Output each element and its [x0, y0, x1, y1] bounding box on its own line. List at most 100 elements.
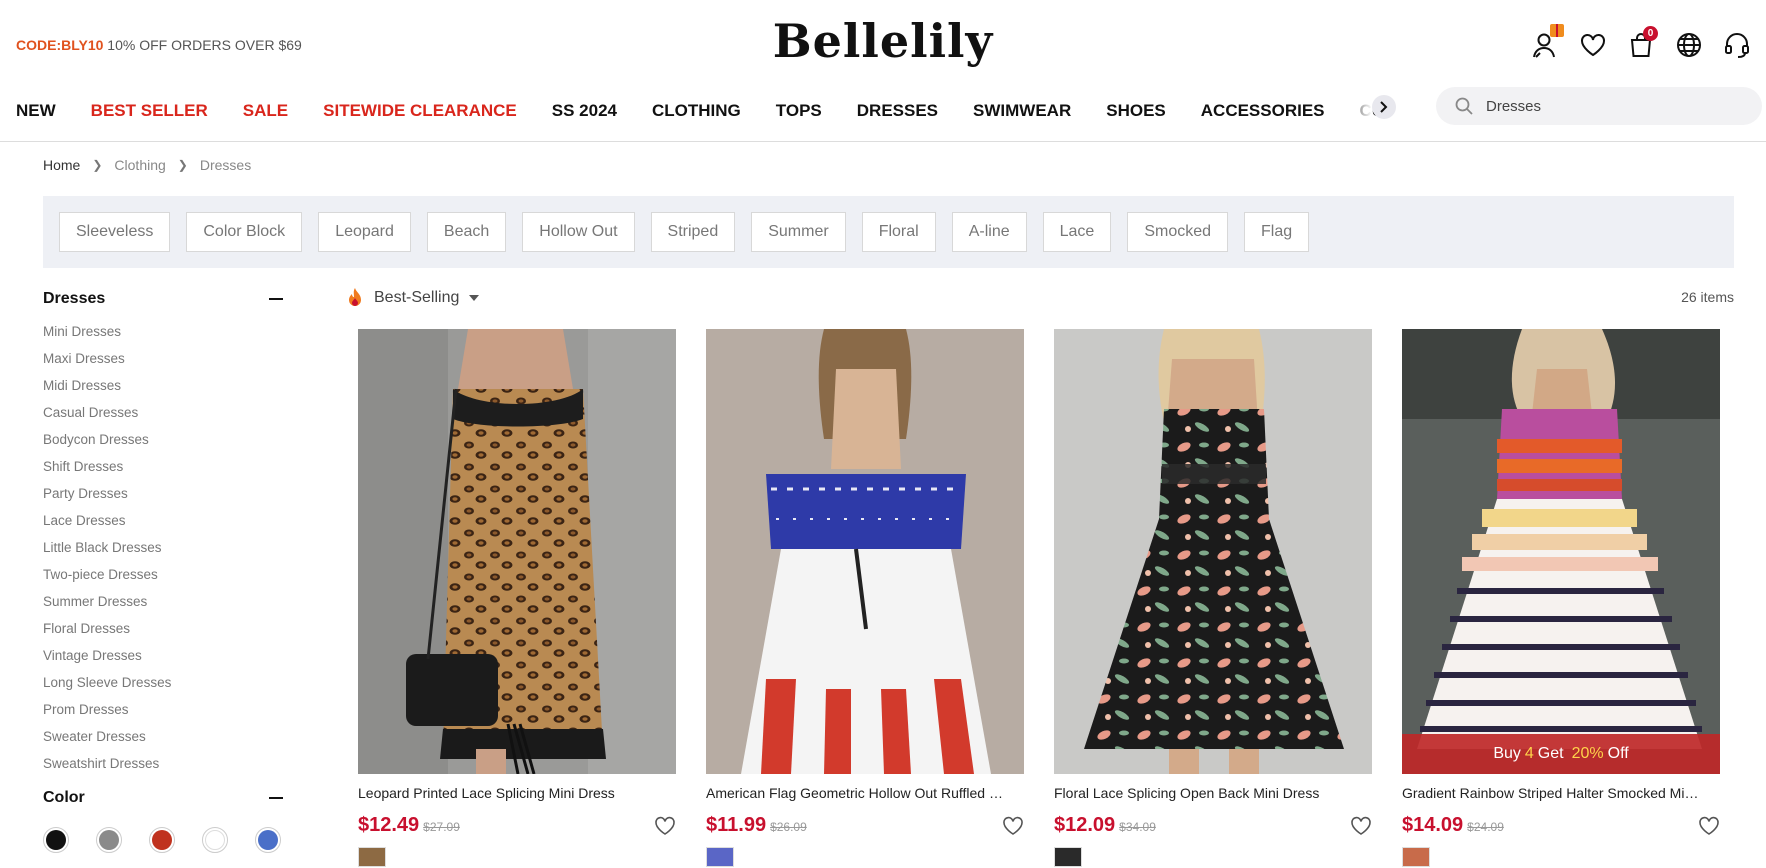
- color-section-header[interactable]: Color: [43, 787, 283, 809]
- sidebar-item-shift-dresses[interactable]: Shift Dresses: [43, 457, 283, 484]
- nav-item-ss-2024[interactable]: SS 2024: [552, 96, 617, 126]
- category-sidebar: Dresses Mini Dresses Maxi Dresses Midi Dre…: [43, 288, 283, 853]
- product-price: $12.09: [1054, 814, 1116, 836]
- color-swatch[interactable]: [149, 827, 175, 853]
- product-title[interactable]: Gradient Rainbow Striped Halter Smocked …: [1402, 785, 1702, 801]
- nav-item-accessories[interactable]: ACCESSORIES: [1201, 96, 1325, 126]
- sidebar-item-maxi-dresses[interactable]: Maxi Dresses: [43, 349, 283, 376]
- sidebar-item-summer-dresses[interactable]: Summer Dresses: [43, 592, 283, 619]
- tag-filter-flag[interactable]: Flag: [1244, 212, 1310, 252]
- product-card[interactable]: Buy 4 Get 20% Off Gradient Rainbow Striped Ha…: [1402, 329, 1720, 867]
- price-row: $12.09 $34.09: [1054, 814, 1372, 837]
- chevron-right-icon: ❯: [177, 158, 188, 172]
- product-image-leopard-dress[interactable]: [358, 329, 676, 774]
- color-variant-thumbnail[interactable]: [1054, 847, 1082, 867]
- sidebar-item-little-black-dresses[interactable]: Little Black Dresses: [43, 538, 283, 565]
- breadcrumb-home[interactable]: Home: [43, 157, 80, 173]
- nav-item-shoes[interactable]: SHOES: [1106, 96, 1166, 126]
- collapse-minus-icon[interactable]: [269, 797, 283, 799]
- color-dot: [205, 830, 225, 850]
- promo-strip: Buy 4 Get 20% Off: [1402, 734, 1720, 774]
- tag-filter-hollow-out[interactable]: Hollow Out: [522, 212, 635, 252]
- product-title[interactable]: Leopard Printed Lace Splicing Mini Dress: [358, 785, 658, 801]
- nav-item-swimwear[interactable]: SWIMWEAR: [973, 96, 1071, 126]
- product-card[interactable]: American Flag Geometric Hollow Out Ruffl…: [706, 329, 1024, 867]
- collapse-minus-icon[interactable]: [269, 298, 283, 300]
- nav-item-new[interactable]: NEW: [16, 96, 56, 126]
- wishlist-heart-icon[interactable]: [1002, 815, 1024, 837]
- color-swatch[interactable]: [96, 827, 122, 853]
- sort-dropdown[interactable]: Best-Selling: [346, 287, 480, 309]
- color-variant-thumbnail[interactable]: [1402, 847, 1430, 867]
- gift-icon: [1550, 24, 1564, 37]
- nav-item-dresses[interactable]: DRESSES: [857, 96, 938, 126]
- promo-mid: Get: [1537, 745, 1564, 762]
- product-price: $14.09: [1402, 814, 1464, 836]
- wishlist-heart-icon[interactable]: [1698, 815, 1720, 837]
- product-price: $12.49: [358, 814, 420, 836]
- price-row: $12.49 $27.09: [358, 814, 676, 837]
- sidebar-item-mini-dresses[interactable]: Mini Dresses: [43, 322, 283, 349]
- sidebar-item-sweater-dresses[interactable]: Sweater Dresses: [43, 727, 283, 754]
- product-image-flag-dress[interactable]: [706, 329, 1024, 774]
- nav-item-clothing[interactable]: CLOTHING: [652, 96, 741, 126]
- fire-icon: [349, 288, 361, 306]
- product-title[interactable]: American Flag Geometric Hollow Out Ruffl…: [706, 785, 1006, 801]
- tag-filter-summer[interactable]: Summer: [751, 212, 846, 252]
- sidebar-item-two-piece-dresses[interactable]: Two-piece Dresses: [43, 565, 283, 592]
- sidebar-item-party-dresses[interactable]: Party Dresses: [43, 484, 283, 511]
- brand-logo[interactable]: Bellelily: [0, 14, 1766, 68]
- color-variant-thumbnail[interactable]: [358, 847, 386, 867]
- nav-scroll-right-button[interactable]: [1372, 95, 1396, 119]
- wishlist-heart-icon[interactable]: [654, 815, 676, 837]
- tag-filter-beach[interactable]: Beach: [426, 212, 507, 252]
- tag-filter-floral[interactable]: Floral: [861, 212, 936, 252]
- nav-item-sitewide-clearance[interactable]: SITEWIDE CLEARANCE: [323, 96, 517, 126]
- product-image-striped-dress[interactable]: Buy 4 Get 20% Off: [1402, 329, 1720, 774]
- dresses-section-header[interactable]: Dresses: [43, 288, 283, 310]
- sidebar-item-prom-dresses[interactable]: Prom Dresses: [43, 700, 283, 727]
- color-variant-thumbnail[interactable]: [706, 847, 734, 867]
- sidebar-item-bodycon-dresses[interactable]: Bodycon Dresses: [43, 430, 283, 457]
- product-card[interactable]: Floral Lace Splicing Open Back Mini Dres…: [1054, 329, 1372, 867]
- account-icon[interactable]: [1530, 24, 1564, 60]
- tag-filter-sleeveless[interactable]: Sleeveless: [59, 212, 171, 252]
- color-swatch[interactable]: [255, 827, 281, 853]
- wishlist-heart-icon[interactable]: [1350, 815, 1372, 837]
- search-box[interactable]: [1436, 87, 1762, 125]
- breadcrumb-clothing[interactable]: Clothing: [114, 157, 165, 173]
- sidebar-item-floral-dresses[interactable]: Floral Dresses: [43, 619, 283, 646]
- breadcrumb-dresses: Dresses: [199, 157, 252, 173]
- product-title[interactable]: Floral Lace Splicing Open Back Mini Dres…: [1054, 785, 1354, 801]
- support-headset-icon[interactable]: [1722, 30, 1752, 60]
- search-input[interactable]: [1486, 97, 1736, 115]
- sidebar-item-sweatshirt-dresses[interactable]: Sweatshirt Dresses: [43, 754, 283, 781]
- nav-item-tops[interactable]: TOPS: [776, 96, 822, 126]
- color-swatch[interactable]: [202, 827, 228, 853]
- tag-filter-striped[interactable]: Striped: [650, 212, 736, 252]
- promo-qty: 4: [1524, 745, 1534, 762]
- sidebar-item-lace-dresses[interactable]: Lace Dresses: [43, 511, 283, 538]
- breadcrumb: Home ❯ Clothing ❯ Dresses: [43, 157, 251, 173]
- tag-filter-lace[interactable]: Lace: [1042, 212, 1112, 252]
- globe-icon[interactable]: [1674, 30, 1704, 60]
- product-card[interactable]: Leopard Printed Lace Splicing Mini Dress…: [358, 329, 676, 867]
- tag-filter-a-line[interactable]: A-line: [951, 212, 1027, 252]
- wishlist-icon[interactable]: [1578, 30, 1608, 60]
- sidebar-item-long-sleeve-dresses[interactable]: Long Sleeve Dresses: [43, 673, 283, 700]
- product-old-price: $24.09: [1467, 820, 1504, 834]
- nav-item-best-seller[interactable]: BEST SELLER: [91, 96, 208, 126]
- sidebar-item-vintage-dresses[interactable]: Vintage Dresses: [43, 646, 283, 673]
- sidebar-item-midi-dresses[interactable]: Midi Dresses: [43, 376, 283, 403]
- tag-filter-color-block[interactable]: Color Block: [186, 212, 303, 252]
- nav-item-sale[interactable]: SALE: [243, 96, 288, 126]
- color-swatch[interactable]: [43, 827, 69, 853]
- tag-filter-leopard[interactable]: Leopard: [318, 212, 411, 252]
- cart-icon[interactable]: 0: [1626, 26, 1658, 60]
- promo-post: Off: [1607, 745, 1629, 762]
- tag-filter-smocked[interactable]: Smocked: [1127, 212, 1229, 252]
- product-old-price: $26.09: [770, 820, 807, 834]
- color-dot: [99, 830, 119, 850]
- product-image-floral-dress[interactable]: [1054, 329, 1372, 774]
- sidebar-item-casual-dresses[interactable]: Casual Dresses: [43, 403, 283, 430]
